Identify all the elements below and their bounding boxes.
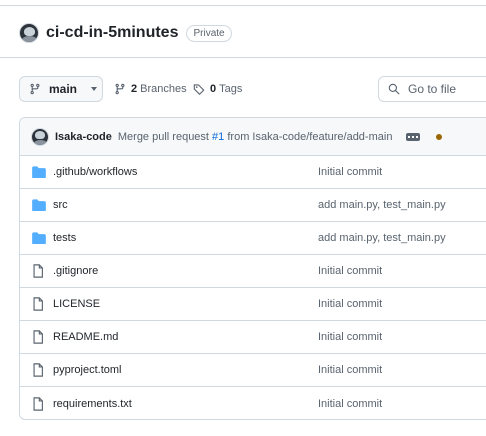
commit-status-dot[interactable] xyxy=(436,133,443,140)
file-icon xyxy=(32,264,46,278)
file-commit-message[interactable]: add main.py, test_main.py xyxy=(318,232,446,244)
file-commit-message[interactable]: Initial commit xyxy=(318,298,382,310)
file-name-link[interactable]: LICENSE xyxy=(53,298,318,310)
tags-label: Tags xyxy=(219,83,243,95)
go-to-file-input[interactable]: Go to file xyxy=(378,76,486,102)
file-name-link[interactable]: src xyxy=(53,199,318,211)
file-icon xyxy=(32,297,46,311)
top-strip xyxy=(0,0,486,6)
header-divider xyxy=(0,57,486,58)
visibility-badge: Private xyxy=(186,24,232,42)
search-icon xyxy=(388,83,400,95)
branches-label: Branches xyxy=(140,83,187,95)
file-row[interactable]: pyproject.toml Initial commit xyxy=(20,354,486,387)
file-icon xyxy=(32,396,46,411)
folder-icon xyxy=(32,166,46,178)
file-commit-message[interactable]: Initial commit xyxy=(318,265,382,277)
file-commit-message[interactable]: Initial commit xyxy=(318,166,382,178)
file-row[interactable]: LICENSE Initial commit xyxy=(20,288,486,321)
folder-icon xyxy=(32,199,46,211)
go-to-file-placeholder: Go to file xyxy=(408,82,457,96)
file-row[interactable]: .gitignore Initial commit xyxy=(20,255,486,288)
branch-name: main xyxy=(49,82,78,96)
commit-message[interactable]: Merge pull request #1 from Isaka-code/fe… xyxy=(118,131,393,143)
file-row[interactable]: requirements.txt Initial commit xyxy=(20,387,486,419)
tag-icon xyxy=(193,84,205,95)
pull-request-link[interactable]: #1 xyxy=(212,131,224,143)
file-row[interactable]: src add main.py, test_main.py xyxy=(20,189,486,222)
file-commit-message[interactable]: add main.py, test_main.py xyxy=(318,199,446,211)
file-commit-message[interactable]: Initial commit xyxy=(318,364,382,376)
branch-selector-button[interactable]: main xyxy=(19,76,103,102)
file-name-link[interactable]: tests xyxy=(53,232,318,244)
commit-author-avatar[interactable] xyxy=(31,127,49,146)
file-commit-message[interactable]: Initial commit xyxy=(318,331,382,343)
branches-link[interactable]: 2 Branches xyxy=(114,76,187,102)
branches-count: 2 xyxy=(131,83,138,95)
latest-commit-bar: Isaka-code Merge pull request #1 from Is… xyxy=(20,118,486,156)
expand-commit-button[interactable] xyxy=(406,132,421,141)
owner-avatar[interactable] xyxy=(19,23,39,43)
commit-author[interactable]: Isaka-code xyxy=(55,131,112,143)
file-name-link[interactable]: README.md xyxy=(53,331,318,343)
folder-icon xyxy=(32,232,46,244)
file-icon xyxy=(32,363,46,377)
file-browser: Isaka-code Merge pull request #1 from Is… xyxy=(19,117,486,420)
commit-message-suffix: from Isaka-code/feature/add-main xyxy=(224,130,393,143)
repo-header: ci-cd-in-5minutes Private xyxy=(19,20,232,46)
repo-title[interactable]: ci-cd-in-5minutes xyxy=(46,24,178,42)
file-row[interactable]: .github/workflows Initial commit xyxy=(20,156,486,189)
tags-count: 0 xyxy=(210,83,217,95)
chevron-down-icon xyxy=(91,87,98,91)
file-icon xyxy=(32,330,46,344)
file-name-link[interactable]: .gitignore xyxy=(53,265,318,277)
file-name-link[interactable]: pyproject.toml xyxy=(53,364,318,376)
file-list: .github/workflows Initial commit src add ma… xyxy=(20,156,486,419)
file-row[interactable]: tests add main.py, test_main.py xyxy=(20,222,486,255)
commit-message-prefix: Merge pull request xyxy=(117,130,213,143)
file-name-link[interactable]: requirements.txt xyxy=(53,398,318,410)
git-branch-icon xyxy=(115,83,125,95)
file-commit-message[interactable]: Initial commit xyxy=(318,398,382,410)
file-name-link[interactable]: .github/workflows xyxy=(53,166,318,178)
git-branch-icon xyxy=(30,83,40,95)
file-row[interactable]: README.md Initial commit xyxy=(20,321,486,354)
tags-link[interactable]: 0 Tags xyxy=(193,76,242,102)
